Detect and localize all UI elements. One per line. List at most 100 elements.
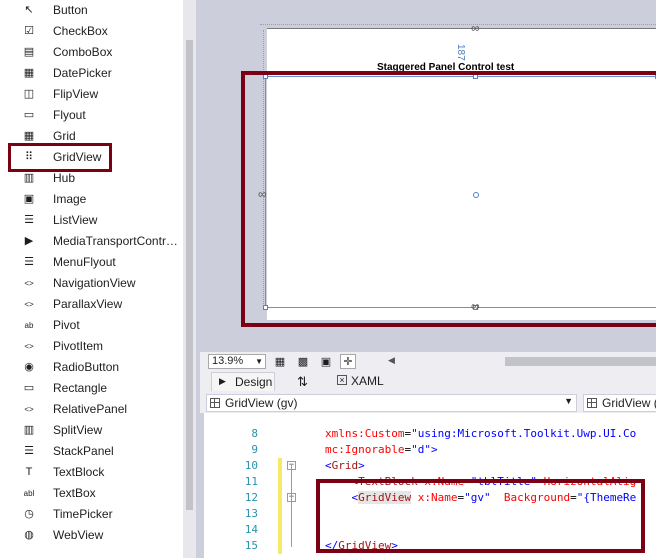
code-token: "using:Microsoft.Toolkit.Uwp.UI.Co bbox=[411, 427, 637, 440]
toolbox-item-timepicker[interactable]: ◷ TimePicker bbox=[0, 504, 183, 525]
design-view-icon: ▶ bbox=[219, 376, 226, 386]
changed-line-marker bbox=[278, 490, 282, 506]
toolbox-item-textbox[interactable]: abl TextBox bbox=[0, 483, 183, 504]
toolbox-item-label: Image bbox=[53, 192, 87, 206]
toolbox-item-flyout[interactable]: ▭ Flyout bbox=[0, 105, 183, 126]
code-line[interactable]: 9 mc:Ignorable="d"> bbox=[200, 442, 656, 458]
toolbox-item-label: SplitView bbox=[53, 423, 103, 437]
toolbox-item-label: ParallaxView bbox=[53, 297, 123, 311]
toolbox-item-checkbox[interactable]: ☑ CheckBox bbox=[0, 21, 183, 42]
code-brackets-icon: <> bbox=[24, 278, 34, 288]
toolbox-item-stackpanel[interactable]: ☰ StackPanel bbox=[0, 441, 183, 462]
media-transport-icon: ▶ bbox=[24, 235, 34, 247]
toolbox-item-relativepanel[interactable]: <> RelativePanel bbox=[0, 399, 183, 420]
margin-chain-top-icon[interactable]: ∞ bbox=[471, 22, 480, 34]
tab-design[interactable]: ▶ Design bbox=[211, 372, 275, 391]
image-icon: ▣ bbox=[23, 193, 35, 205]
toolbox-item-label: CheckBox bbox=[53, 24, 108, 38]
toolbox-item-rectangle[interactable]: ▭ Rectangle bbox=[0, 378, 183, 399]
toolbox-item-label: RadioButton bbox=[53, 360, 120, 374]
splitview-icon: ▥ bbox=[23, 424, 35, 436]
toolbox-item-label: RelativePanel bbox=[53, 402, 128, 416]
toolbox-item-splitview[interactable]: ▥ SplitView bbox=[0, 420, 183, 441]
grid-toggle-icon[interactable]: ▦ bbox=[272, 354, 288, 369]
toolbox-item-combobox[interactable]: ▤ ComboBox bbox=[0, 42, 183, 63]
toolbox-item-menuflyout[interactable]: ☰ MenuFlyout bbox=[0, 252, 183, 273]
tab-xaml-label: XAML bbox=[351, 374, 384, 388]
toolbox-item-label: MenuFlyout bbox=[53, 255, 116, 269]
line-number: 9 bbox=[251, 443, 258, 456]
toolbox-item-parallaxview[interactable]: <> ParallaxView bbox=[0, 294, 183, 315]
code-line[interactable]: 10−<Grid> bbox=[200, 458, 656, 474]
radio-icon: ◉ bbox=[24, 361, 34, 373]
code-token: > bbox=[358, 459, 365, 472]
toolbox-item-label: PivotItem bbox=[53, 339, 104, 353]
toolbox-item-label: Rectangle bbox=[53, 381, 108, 395]
textblock-icon: T bbox=[25, 466, 33, 478]
toolbox-item-webview[interactable]: ◍ WebView bbox=[0, 525, 183, 546]
horizontal-scrollbar-thumb[interactable] bbox=[505, 357, 656, 366]
code-token: Grid bbox=[331, 459, 359, 472]
toolbox-item-mediatransportcontr[interactable]: ▶ MediaTransportContr… bbox=[0, 231, 183, 252]
toolbox-item-datepicker[interactable]: ▦ DatePicker bbox=[0, 63, 183, 84]
code-line[interactable]: 8 xmlns:Custom="using:Microsoft.Toolkit.U… bbox=[200, 426, 656, 442]
code-text: <Grid> bbox=[325, 458, 365, 474]
snap-grid-icon[interactable]: ▩ bbox=[295, 354, 311, 369]
xaml-code-editor[interactable]: 8 xmlns:Custom="using:Microsoft.Toolkit.U… bbox=[200, 413, 656, 558]
code-text: xmlns:Custom="using:Microsoft.Toolkit.Uw… bbox=[325, 426, 636, 442]
pivot-icon: ab bbox=[24, 320, 34, 330]
changed-line-marker bbox=[278, 474, 282, 490]
toolbox-item-label: Grid bbox=[53, 129, 76, 143]
pointer-icon: ↖ bbox=[24, 4, 34, 16]
toolbox-item-button[interactable]: ↖ Button bbox=[0, 0, 183, 21]
code-token: mc:Ignorable bbox=[325, 443, 405, 456]
toolbox-item-label: TimePicker bbox=[53, 507, 113, 521]
rectangle-icon: ▭ bbox=[23, 382, 35, 394]
code-brackets-icon: <> bbox=[24, 341, 34, 351]
grid-icon: ▦ bbox=[23, 130, 35, 142]
toolbox-item-flipview[interactable]: ◫ FlipView bbox=[0, 84, 183, 105]
toolbox-item-label: TextBox bbox=[53, 486, 96, 500]
toolbox-item-label: Hub bbox=[53, 171, 76, 185]
toolbox-panel: ↖ Button ☑ CheckBox ▤ ComboBox ▦ DatePicker ◫ Fli… bbox=[0, 0, 183, 558]
toolbox-scrollbar-thumb[interactable] bbox=[186, 40, 193, 510]
scroll-left-arrow-icon[interactable]: ◀ bbox=[388, 355, 395, 366]
xaml-view-icon: × bbox=[337, 375, 347, 385]
gridview-design-annotation-box bbox=[241, 71, 656, 327]
code-text bbox=[325, 413, 404, 426]
toolbox-item-label: Flyout bbox=[53, 108, 86, 122]
effects-toggle-icon[interactable]: ▣ bbox=[318, 354, 334, 369]
changed-line-marker bbox=[278, 538, 282, 554]
line-number: 8 bbox=[251, 427, 258, 440]
element-dropdown-left[interactable]: GridView (gv) ▼ bbox=[206, 394, 577, 412]
combobox-icon: ▤ bbox=[23, 46, 35, 58]
toolbox-item-radiobutton[interactable]: ◉ RadioButton bbox=[0, 357, 183, 378]
element-icon bbox=[587, 398, 597, 408]
line-number: 10 bbox=[244, 459, 258, 472]
snap-lines-icon[interactable]: ✛ bbox=[340, 354, 356, 369]
toolbox-item-label: MediaTransportContr… bbox=[53, 234, 178, 248]
toolbox-item-pivotitem[interactable]: <> PivotItem bbox=[0, 336, 183, 357]
toolbox-item-image[interactable]: ▣ Image bbox=[0, 189, 183, 210]
designer-surface[interactable]: Staggered Panel Control test 187 ∞ ∞ ∞ bbox=[200, 0, 656, 352]
code-token: "d" bbox=[411, 443, 431, 456]
toolbox-item-listview[interactable]: ☰ ListView bbox=[0, 210, 183, 231]
tab-design-label: Design bbox=[235, 375, 273, 389]
code-line[interactable] bbox=[200, 413, 656, 426]
line-number: 11 bbox=[244, 475, 258, 488]
listview-icon: ☰ bbox=[24, 214, 34, 226]
flyout-icon: ▭ bbox=[23, 109, 35, 121]
view-tab-bar: ▶ Design ⇅ × XAML bbox=[200, 372, 656, 393]
zoom-dropdown[interactable]: 13.9% ▼ bbox=[208, 354, 266, 369]
swap-panes-icon[interactable]: ⇅ bbox=[297, 374, 308, 390]
toolbox-item-pivot[interactable]: ab Pivot bbox=[0, 315, 183, 336]
toolbox-item-textblock[interactable]: T TextBlock bbox=[0, 462, 183, 483]
toolbox-item-navigationview[interactable]: <> NavigationView bbox=[0, 273, 183, 294]
code-token: < bbox=[325, 459, 332, 472]
margin-value-label: 187 bbox=[455, 44, 466, 61]
designer-toolbar: 13.9% ▼ ▦ ▩ ▣ ✛ ◀ bbox=[200, 352, 656, 373]
element-dropdown-right[interactable]: GridView ( bbox=[583, 394, 656, 412]
changed-line-marker bbox=[278, 522, 282, 538]
tab-xaml[interactable]: × XAML bbox=[335, 374, 395, 391]
